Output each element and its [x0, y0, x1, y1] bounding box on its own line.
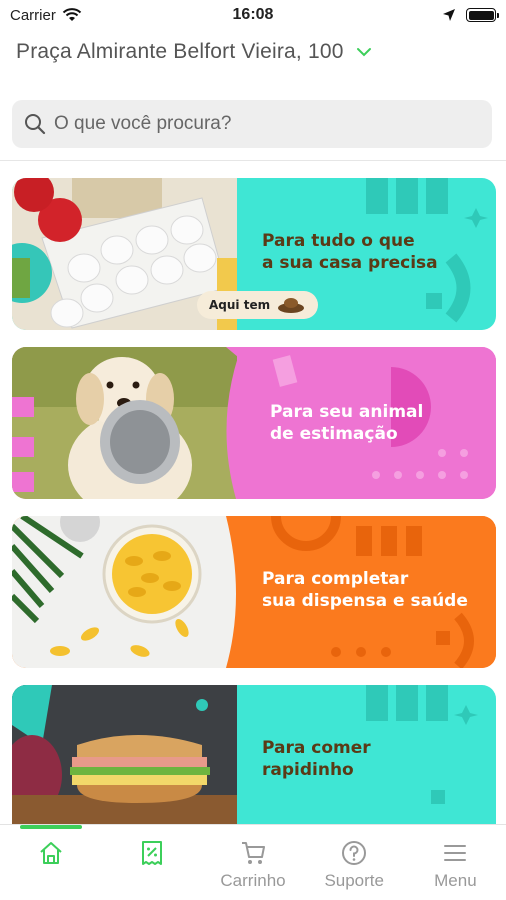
sandwich-image	[12, 685, 237, 824]
category-card-home[interactable]: Para tudo o que a sua casa precisa Aqui …	[12, 178, 496, 330]
capsules-jar-image	[12, 516, 237, 668]
dog-with-bowl-image	[12, 347, 237, 499]
search-icon	[25, 114, 46, 135]
category-list: Para tudo o que a sua casa precisa Aqui …	[12, 178, 496, 824]
category-title: Para seu animal de estimação	[270, 402, 424, 444]
tab-home[interactable]	[0, 825, 101, 900]
coupon-icon	[141, 841, 162, 865]
brand-bowl-icon	[278, 298, 305, 313]
tab-bar: Carrinho Suporte Menu	[0, 824, 506, 900]
status-bar: Carrier 16:08	[0, 0, 506, 30]
status-right	[442, 8, 499, 22]
category-title: Para completar sua dispensa e saúde	[262, 569, 468, 611]
cart-icon	[242, 842, 265, 864]
address-selector[interactable]: Praça Almirante Belfort Vieira, 100	[16, 40, 372, 64]
category-title: Para tudo o que a sua casa precisa	[262, 231, 438, 273]
divider	[0, 160, 506, 161]
home-icon	[39, 842, 62, 864]
tab-coupons[interactable]	[101, 825, 202, 900]
location-arrow-icon	[443, 9, 455, 21]
category-card-quick-meals[interactable]: Para comer rapidinho	[12, 685, 496, 824]
address-text: Praça Almirante Belfort Vieira, 100	[16, 40, 344, 63]
search-input[interactable]	[54, 113, 480, 135]
tab-active-indicator	[20, 825, 82, 829]
search-bar[interactable]	[12, 100, 492, 148]
aqui-tem-badge: Aqui tem	[197, 291, 319, 319]
tab-label: Carrinho	[220, 871, 286, 890]
status-left: Carrier	[10, 7, 82, 24]
badge-label: Aqui tem	[209, 298, 271, 312]
category-card-pantry-health[interactable]: Para completar sua dispensa e saúde	[12, 516, 496, 668]
battery-icon	[466, 8, 499, 22]
tab-label: Menu	[434, 871, 477, 890]
category-card-pets[interactable]: Para seu animal de estimação	[12, 347, 496, 499]
tab-cart[interactable]: Carrinho	[202, 825, 303, 900]
menu-icon	[444, 845, 467, 861]
wifi-icon	[62, 8, 82, 21]
tab-menu[interactable]: Menu	[405, 825, 506, 900]
category-title: Para comer rapidinho	[262, 738, 371, 780]
carrier-label: Carrier	[10, 6, 56, 24]
help-icon	[342, 841, 367, 865]
tab-label: Suporte	[324, 871, 384, 890]
tab-support[interactable]: Suporte	[304, 825, 405, 900]
chevron-down-icon	[356, 48, 371, 57]
